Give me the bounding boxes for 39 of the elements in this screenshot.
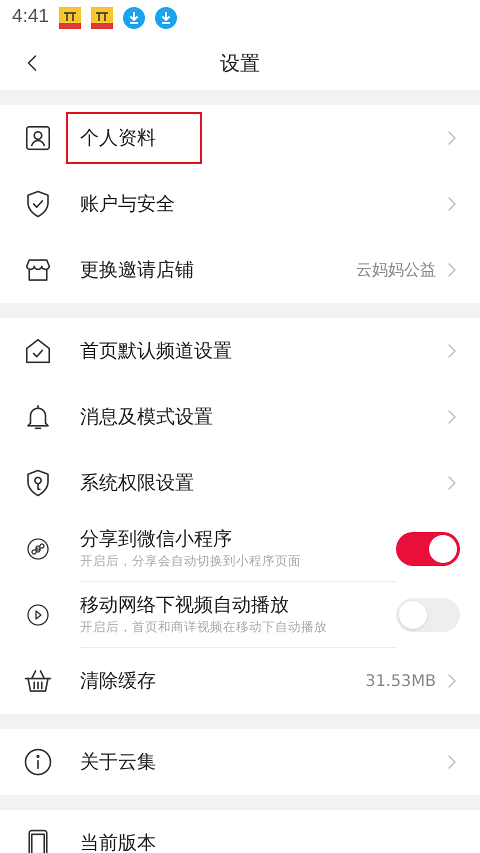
row-label: 移动网络下视频自动播放 [80, 592, 290, 616]
row-label: 更换邀请店铺 [79, 258, 195, 283]
status-time: 4:41 [12, 5, 49, 30]
settings-row[interactable]: 个人资料 [0, 105, 480, 171]
toggle-switch[interactable] [396, 598, 460, 632]
download-icon [122, 6, 145, 28]
row-value: 云妈妈公益 [356, 259, 436, 281]
settings-row[interactable]: 更换邀请店铺 云妈妈公益 [0, 237, 480, 303]
row-label: 消息及模式设置 [79, 404, 214, 430]
play-icon [26, 603, 50, 627]
row-hint: 开启后，首页和商详视频在移动下自动播放 [80, 618, 328, 636]
row-label: 首页默认频道设置 [79, 338, 233, 364]
row-label: 个人资料 [66, 112, 202, 164]
row-label: 系统权限设置 [79, 470, 195, 496]
row-label: 账户与安全 [79, 192, 176, 217]
row-hint: 开启后，分享会自动切换到小程序页面 [80, 552, 302, 570]
page-title: 设置 [220, 50, 260, 76]
profile-card-icon [23, 123, 53, 153]
house-check-icon [23, 336, 53, 366]
row-label: 分享到微信小程序 [80, 526, 233, 550]
app-icon [58, 6, 81, 28]
settings-row[interactable]: 账户与安全 [0, 171, 480, 237]
settings-row[interactable]: 分享到微信小程序 开启后，分享会自动切换到小程序页面 [0, 516, 480, 582]
settings-row[interactable]: 清除缓存 31.53MB [0, 648, 480, 714]
download-icon [154, 6, 177, 28]
row-label: 当前版本 [80, 830, 156, 853]
settings-row[interactable]: 首页默认频道设置 [0, 318, 480, 384]
settings-row[interactable]: 系统权限设置 [0, 450, 480, 516]
settings-row[interactable]: 移动网络下视频自动播放 开启后，首页和商详视频在移动下自动播放 [0, 582, 480, 648]
toggle-switch[interactable] [396, 532, 460, 566]
settings-row[interactable]: 当前版本 [0, 810, 480, 853]
link-icon [26, 537, 50, 561]
settings-row[interactable]: 关于云集 [0, 729, 480, 795]
info-icon [23, 747, 53, 777]
row-label: 关于云集 [79, 750, 157, 775]
app-icon [90, 6, 113, 28]
settings-row[interactable]: 消息及模式设置 [0, 384, 480, 450]
row-label: 清除缓存 [79, 668, 157, 694]
row-value: 31.53MB [365, 670, 436, 692]
